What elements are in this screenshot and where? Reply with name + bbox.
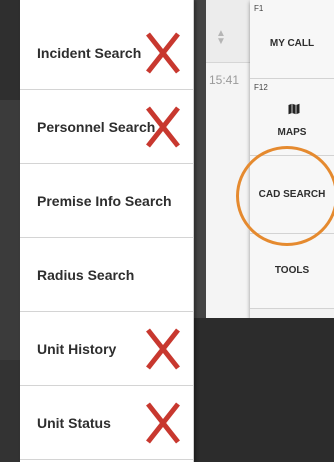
cad-search-button[interactable]: CAD SEARCH [250,156,334,234]
menu-item-label: Incident Search [37,44,142,61]
menu-item-label: Unit History [37,340,117,357]
fkey-label: MY CALL [269,38,315,49]
x-mark-icon [146,105,180,148]
x-mark-icon [146,327,180,370]
left-strip-shade-bottom [0,360,20,462]
x-mark-icon [146,401,180,444]
left-strip-shade-top [0,0,20,100]
calls-table-fragment: ▲ ▼ 15:41 [206,0,251,318]
map-icon [288,103,300,115]
fkey-label: MAPS [277,127,307,138]
time-cell: 15:41 [209,73,240,87]
menu-item-label: Radius Search [37,266,135,283]
search-menu: Incident Search Personnel Search Premise… [20,0,194,462]
menu-item-label: Unit Status [37,414,111,431]
menu-item-incident-search[interactable]: Incident Search [20,16,193,90]
bottom-background [193,318,334,462]
x-mark-icon [146,31,180,74]
maps-button[interactable]: F12 MAPS [250,79,334,156]
left-dark-strip [0,0,20,462]
table-header-cell[interactable]: ▲ ▼ [206,0,250,63]
menu-item-unit-status[interactable]: Unit Status [20,386,193,460]
function-key-panel: F1 MY CALL F12 MAPS CAD SEARCH TOOLS [250,0,334,318]
tools-button[interactable]: TOOLS [250,234,334,309]
my-call-button[interactable]: F1 MY CALL [250,0,334,79]
fkey-number: F1 [254,4,264,13]
fkey-label: TOOLS [274,265,310,276]
sort-icon[interactable]: ▲ ▼ [216,29,226,47]
menu-item-label: Premise Info Search [37,192,172,209]
fkey-number: F12 [254,83,268,92]
menu-item-premise-info-search[interactable]: Premise Info Search [20,164,193,238]
fkey-label: CAD SEARCH [258,189,326,200]
menu-item-label: Personnel Search [37,118,156,135]
menu-item-radius-search[interactable]: Radius Search [20,238,193,312]
menu-item-personnel-search[interactable]: Personnel Search [20,90,193,164]
menu-item-unit-history[interactable]: Unit History [20,312,193,386]
